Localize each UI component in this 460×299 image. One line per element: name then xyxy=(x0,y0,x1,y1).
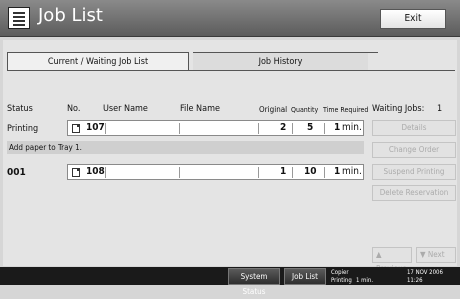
down-arrow-icon: ▼ xyxy=(420,250,426,259)
exit-button[interactable]: Exit xyxy=(380,9,446,29)
header-no: No. xyxy=(67,104,81,114)
job-status: 001 xyxy=(7,167,26,178)
job-quantity: 10 xyxy=(304,166,317,177)
header-time-required: Time Required xyxy=(323,106,369,114)
suspend-printing-button[interactable]: Suspend Printing xyxy=(372,164,456,180)
delete-reservation-button[interactable]: Delete Reservation xyxy=(372,185,456,201)
document-icon xyxy=(72,168,80,177)
job-row[interactable]: 107 2 5 1 min. xyxy=(67,120,364,136)
next-label: Next xyxy=(427,250,445,259)
change-order-button[interactable]: Change Order xyxy=(372,142,456,158)
system-status-button[interactable]: System Status xyxy=(228,268,280,296)
footer-remaining: 1 min. xyxy=(356,277,374,284)
previous-button[interactable]: ▲ Previous xyxy=(372,247,412,273)
footer-date: 17 NOV 2006 xyxy=(407,269,443,276)
tab-current-waiting-job-list[interactable]: Current / Waiting Job List xyxy=(7,52,189,71)
job-original: 2 xyxy=(280,122,287,133)
job-original: 1 xyxy=(280,166,287,177)
page-title: Job List xyxy=(38,5,103,26)
job-status: Printing xyxy=(7,124,39,134)
header-status: Status xyxy=(7,104,33,114)
job-list-button[interactable]: Job List xyxy=(284,268,326,285)
job-time-unit: min. xyxy=(342,122,362,133)
waiting-jobs-label: Waiting Jobs: xyxy=(372,104,425,114)
job-time: 1 xyxy=(334,122,341,133)
up-arrow-icon: ▲ xyxy=(376,250,382,259)
job-list-icon xyxy=(8,7,30,29)
job-number: 108 xyxy=(86,166,105,177)
job-time: 1 xyxy=(334,166,341,177)
status-message: Add paper to Tray 1. xyxy=(7,141,364,154)
document-icon xyxy=(72,124,80,133)
header-file-name: File Name xyxy=(180,104,220,114)
title-bar: Job List Exit xyxy=(0,0,460,37)
header-original: Original xyxy=(259,105,288,114)
footer-time: 11:26 xyxy=(407,277,423,284)
job-time-unit: min. xyxy=(342,166,362,177)
footer-mode: Copier xyxy=(331,269,349,276)
header-user-name: User Name xyxy=(103,104,148,114)
job-quantity: 5 xyxy=(307,122,314,133)
tab-divider xyxy=(7,70,455,71)
waiting-jobs-count: 1 xyxy=(437,104,443,114)
details-button[interactable]: Details xyxy=(372,120,456,136)
job-number: 107 xyxy=(86,122,105,133)
job-row[interactable]: 108 1 10 1 min. xyxy=(67,164,364,180)
header-quantity: Quantity xyxy=(291,106,319,114)
footer-state: Printing xyxy=(331,277,352,284)
next-button[interactable]: ▼ Next xyxy=(416,247,456,263)
tab-job-history[interactable]: Job History xyxy=(193,52,378,71)
